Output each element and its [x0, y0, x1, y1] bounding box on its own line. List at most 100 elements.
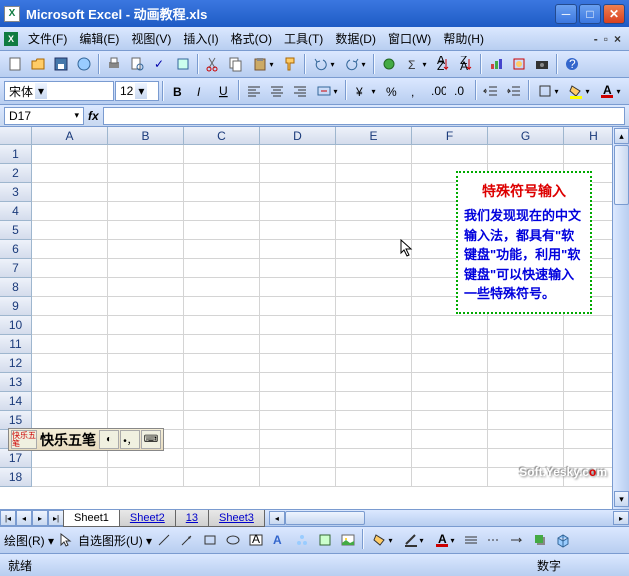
cell[interactable]: [108, 392, 184, 411]
cell[interactable]: [32, 240, 108, 259]
arrow-button[interactable]: [176, 529, 198, 551]
paste-button[interactable]: ▾: [248, 53, 278, 75]
cell[interactable]: [260, 430, 336, 449]
cell[interactable]: [336, 297, 412, 316]
cell[interactable]: [260, 335, 336, 354]
cell[interactable]: [412, 468, 488, 487]
cell[interactable]: [412, 335, 488, 354]
cell[interactable]: [412, 373, 488, 392]
cell[interactable]: [32, 449, 108, 468]
cell[interactable]: [336, 468, 412, 487]
bold-button[interactable]: B: [167, 80, 189, 102]
cell[interactable]: [412, 411, 488, 430]
sort-desc-button[interactable]: ZA: [455, 53, 477, 75]
cell[interactable]: [108, 240, 184, 259]
cell[interactable]: [32, 468, 108, 487]
column-header[interactable]: C: [184, 127, 260, 145]
underline-button[interactable]: U: [213, 80, 235, 102]
spell-button[interactable]: ✓: [149, 53, 171, 75]
cell[interactable]: [108, 297, 184, 316]
doc-restore-button[interactable]: ▫: [604, 32, 608, 46]
cell[interactable]: [336, 430, 412, 449]
align-left-button[interactable]: [243, 80, 265, 102]
cell[interactable]: [260, 164, 336, 183]
scroll-up-button[interactable]: ▴: [614, 128, 629, 144]
cell[interactable]: [184, 259, 260, 278]
font-size-combo[interactable]: 12 ▾: [115, 81, 159, 101]
cell[interactable]: [184, 373, 260, 392]
column-header[interactable]: B: [108, 127, 184, 145]
preview-button[interactable]: [126, 53, 148, 75]
cell[interactable]: [260, 278, 336, 297]
close-button[interactable]: ✕: [603, 4, 625, 24]
column-header[interactable]: F: [412, 127, 488, 145]
cell[interactable]: [488, 316, 564, 335]
cell[interactable]: [336, 373, 412, 392]
cell[interactable]: [32, 259, 108, 278]
cell[interactable]: [108, 164, 184, 183]
cell[interactable]: [108, 202, 184, 221]
cell[interactable]: [184, 297, 260, 316]
comma-button[interactable]: ,: [404, 80, 426, 102]
save-button[interactable]: [50, 53, 72, 75]
print-button[interactable]: [103, 53, 125, 75]
menu-item[interactable]: 帮助(H): [437, 28, 490, 49]
textbox-button[interactable]: A: [245, 529, 267, 551]
cell[interactable]: [32, 354, 108, 373]
minimize-button[interactable]: ─: [555, 4, 577, 24]
cell[interactable]: [412, 430, 488, 449]
percent-button[interactable]: %: [381, 80, 403, 102]
row-header[interactable]: 11: [0, 335, 32, 354]
line-button[interactable]: [153, 529, 175, 551]
cell[interactable]: [32, 202, 108, 221]
cell[interactable]: [336, 240, 412, 259]
row-header[interactable]: 13: [0, 373, 32, 392]
fillcolor-button[interactable]: ▾: [367, 529, 397, 551]
cell[interactable]: [108, 373, 184, 392]
font-name-combo[interactable]: 宋体 ▾: [4, 81, 114, 101]
align-right-button[interactable]: [289, 80, 311, 102]
ime-mode-icon[interactable]: ◐: [99, 430, 119, 449]
wordart-button[interactable]: A: [268, 529, 290, 551]
cell[interactable]: [108, 278, 184, 297]
currency-button[interactable]: ¥▾: [350, 80, 380, 102]
research-button[interactable]: [172, 53, 194, 75]
cell[interactable]: [260, 221, 336, 240]
row-header[interactable]: 3: [0, 183, 32, 202]
cell[interactable]: [260, 373, 336, 392]
sheet-tab[interactable]: Sheet1: [63, 510, 120, 527]
shadow-button[interactable]: [529, 529, 551, 551]
rectangle-button[interactable]: [199, 529, 221, 551]
new-button[interactable]: [4, 53, 26, 75]
cell[interactable]: [488, 373, 564, 392]
menu-item[interactable]: 编辑(E): [73, 28, 125, 49]
menu-item[interactable]: 工具(T): [278, 28, 329, 49]
ime-logo-icon[interactable]: 快乐五笔: [11, 430, 37, 449]
menu-item[interactable]: 插入(I): [177, 28, 224, 49]
cell[interactable]: [336, 316, 412, 335]
linestyle-button[interactable]: [460, 529, 482, 551]
cell[interactable]: [336, 449, 412, 468]
sort-asc-button[interactable]: AZ: [432, 53, 454, 75]
cell[interactable]: [260, 202, 336, 221]
doc-minimize-button[interactable]: -: [594, 32, 598, 46]
cell[interactable]: [260, 411, 336, 430]
cell[interactable]: [184, 164, 260, 183]
select-objects-button[interactable]: [55, 529, 77, 551]
row-header[interactable]: 18: [0, 468, 32, 487]
cell[interactable]: [260, 449, 336, 468]
cell[interactable]: [32, 183, 108, 202]
cell[interactable]: [260, 468, 336, 487]
cell[interactable]: [260, 183, 336, 202]
cell[interactable]: [32, 145, 108, 164]
cell[interactable]: [412, 145, 488, 164]
dropdown-icon[interactable]: ▾: [135, 83, 147, 99]
row-header[interactable]: 12: [0, 354, 32, 373]
cell[interactable]: [488, 430, 564, 449]
linecolor-button[interactable]: ▾: [398, 529, 428, 551]
tab-first-button[interactable]: |◂: [0, 510, 16, 526]
row-header[interactable]: 1: [0, 145, 32, 164]
cell[interactable]: [336, 164, 412, 183]
menu-item[interactable]: 格式(O): [225, 28, 278, 49]
cell[interactable]: [260, 354, 336, 373]
